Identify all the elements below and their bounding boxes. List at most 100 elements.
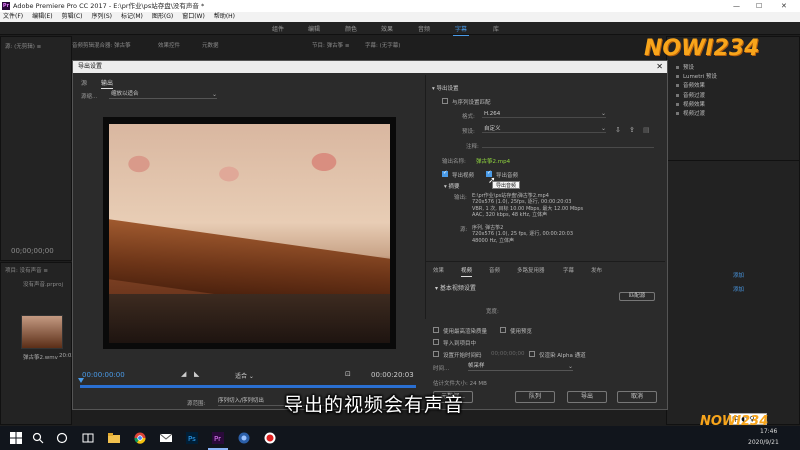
chrome-icon[interactable] [134, 432, 146, 444]
tab-captions[interactable]: 字幕 [563, 266, 574, 274]
playhead-handle[interactable] [78, 378, 84, 383]
playhead-track[interactable] [80, 385, 416, 388]
preset-select[interactable]: 自定义 ⌄ [482, 125, 606, 133]
match-source-button[interactable]: 匹配源 [619, 292, 655, 301]
cortana-icon[interactable] [56, 432, 68, 444]
effect-controls-tab[interactable]: 效果控件 [158, 41, 180, 49]
out-timecode: 00:00:20:03 [371, 371, 414, 379]
set-out-point-icon[interactable]: ◣ [194, 370, 199, 378]
menu-clip[interactable]: 剪辑(C) [62, 12, 83, 22]
basic-video-settings-label: 基本视频设置 [439, 285, 476, 292]
menu-help[interactable]: 帮助(H) [214, 12, 235, 22]
clock-time[interactable]: 17:46 [760, 428, 777, 435]
set-in-point-icon[interactable]: ◢ [181, 370, 186, 378]
fx-audio-effects[interactable]: 音频效果 [676, 82, 717, 91]
video-frame [109, 124, 390, 343]
tab-effects[interactable]: 效果 [433, 266, 444, 274]
render-alpha-only-checkbox[interactable] [529, 351, 535, 357]
search-icon[interactable] [32, 432, 44, 444]
save-preset-icon[interactable]: ⇩ [615, 126, 622, 134]
project-tab[interactable]: 项目: 没有声音 ≡ [5, 266, 48, 274]
set-start-timecode-checkbox[interactable] [433, 351, 439, 357]
output-name-link[interactable]: 弹古筝2.mp4 [476, 157, 510, 165]
menu-edit[interactable]: 编辑(E) [32, 12, 52, 22]
workspace-effects[interactable]: 效果 [381, 24, 393, 33]
photoshop-icon[interactable]: Ps [186, 432, 198, 444]
max-render-quality-checkbox[interactable] [433, 327, 439, 333]
comment-input[interactable] [482, 140, 654, 148]
workspace-captions[interactable]: 字幕 [452, 24, 470, 36]
tab-publish[interactable]: 发布 [591, 266, 602, 274]
tab-video[interactable]: 视频 [461, 266, 473, 277]
comment-label: 注释: [466, 144, 479, 150]
import-into-project-checkbox[interactable] [433, 339, 439, 345]
close-icon[interactable]: ✕ [656, 61, 663, 73]
clip-thumbnail[interactable] [21, 315, 63, 349]
close-icon[interactable]: ✕ [781, 0, 787, 12]
source-scaling-select[interactable]: 缩放以适合 ⌄ [109, 90, 217, 99]
program-monitor-tab[interactable]: 节目: 弹古筝 ≡ [312, 41, 349, 49]
source-summary: 序列, 弹古筝2 720x576 (1.0), 25 fps, 逐行, 00:0… [472, 225, 573, 244]
format-value: H.264 [484, 111, 501, 117]
use-previews-checkbox[interactable] [500, 327, 506, 333]
audio-clip-mixer-tab[interactable]: 音频剪辑混合器: 弹古筝 [72, 41, 131, 49]
export-settings-header[interactable]: ▾ 导出设置 [432, 84, 459, 92]
start-timecode-input[interactable]: 00;00;00;00 [491, 351, 525, 357]
import-preset-icon[interactable]: ⇪ [629, 126, 636, 134]
tab-audio[interactable]: 音频 [489, 266, 500, 274]
summary-header[interactable]: ▾ 摘要 [444, 182, 460, 190]
file-explorer-icon[interactable] [108, 432, 120, 444]
menu-marker[interactable]: 标记(M) [121, 12, 143, 22]
time-interpolation-select[interactable]: 帧采样 ⌄ [468, 362, 573, 371]
windows-start-icon[interactable] [10, 432, 22, 444]
max-render-quality-label: 使用最高渲染质量 [443, 329, 488, 335]
export-button[interactable]: 导出 [567, 391, 607, 403]
browser-icon[interactable] [238, 432, 250, 444]
menu-window[interactable]: 窗口(W) [182, 12, 205, 22]
crop-icon[interactable]: ⊡ [345, 370, 351, 378]
source-scaling-value: 缩放以适合 [111, 91, 139, 97]
fx-lumetri-presets[interactable]: Lumetri 预设 [676, 73, 717, 82]
source-tab[interactable]: 源: (无剪辑) ≡ [5, 42, 41, 50]
mail-icon[interactable] [160, 432, 172, 444]
recorder-icon[interactable] [264, 432, 276, 444]
add-link-2[interactable]: 添加 [733, 285, 744, 293]
workspace-editing[interactable]: 编辑 [308, 24, 320, 33]
maximize-icon[interactable]: ☐ [756, 0, 762, 12]
delete-preset-icon[interactable]: ▤ [643, 126, 650, 134]
workspace-color[interactable]: 颜色 [345, 24, 357, 33]
fx-presets[interactable]: 预设 [676, 64, 717, 73]
captions-tab[interactable]: 字幕: (无字幕) [365, 41, 400, 49]
add-link-1[interactable]: 添加 [733, 271, 744, 279]
workspace-audio[interactable]: 音频 [418, 24, 430, 33]
clock-date[interactable]: 2020/9/21 [748, 439, 779, 446]
tab-multiplexer[interactable]: 多路复用器 [517, 266, 545, 274]
fx-video-transitions[interactable]: 视频过渡 [676, 110, 717, 119]
workspace-assembly[interactable]: 组件 [272, 24, 284, 33]
format-select[interactable]: H.264 ⌄ [482, 110, 606, 118]
fx-video-effects[interactable]: 视频效果 [676, 101, 717, 110]
premiere-icon[interactable]: Pr [212, 432, 224, 444]
summary-label: 摘要 [448, 184, 460, 190]
fx-audio-transitions[interactable]: 音频过渡 [676, 92, 717, 101]
export-video-checkbox[interactable] [442, 170, 448, 177]
workspace-libraries[interactable]: 库 [493, 24, 499, 33]
task-view-icon[interactable] [82, 432, 94, 444]
in-timecode[interactable]: 00:00:00:00 [82, 371, 125, 379]
minimize-icon[interactable]: — [733, 0, 740, 12]
menu-file[interactable]: 文件(F) [3, 12, 23, 22]
tab-source[interactable]: 源 [81, 78, 87, 87]
menu-sequence[interactable]: 序列(S) [92, 12, 113, 22]
basic-video-settings-header[interactable]: ▾ 基本视频设置 [435, 283, 476, 292]
export-audio-tooltip: 导出音频 [492, 181, 521, 189]
cancel-button[interactable]: 取消 [617, 391, 657, 403]
time-interpolation-value: 帧采样 [468, 363, 485, 369]
tab-output[interactable]: 输出 [101, 78, 114, 89]
source-video-spec: 720x576 (1.0), 25 fps, 逐行, 00:00:20:03 [472, 231, 574, 238]
menu-graphics[interactable]: 图形(G) [152, 12, 173, 22]
queue-button[interactable]: 队列 [515, 391, 555, 403]
metadata-tab[interactable]: 元数据 [202, 41, 219, 49]
export-settings-header-text: 导出设置 [436, 86, 459, 92]
match-sequence-checkbox[interactable] [442, 98, 448, 104]
fit-select[interactable]: 适合 ⌄ [235, 371, 265, 380]
